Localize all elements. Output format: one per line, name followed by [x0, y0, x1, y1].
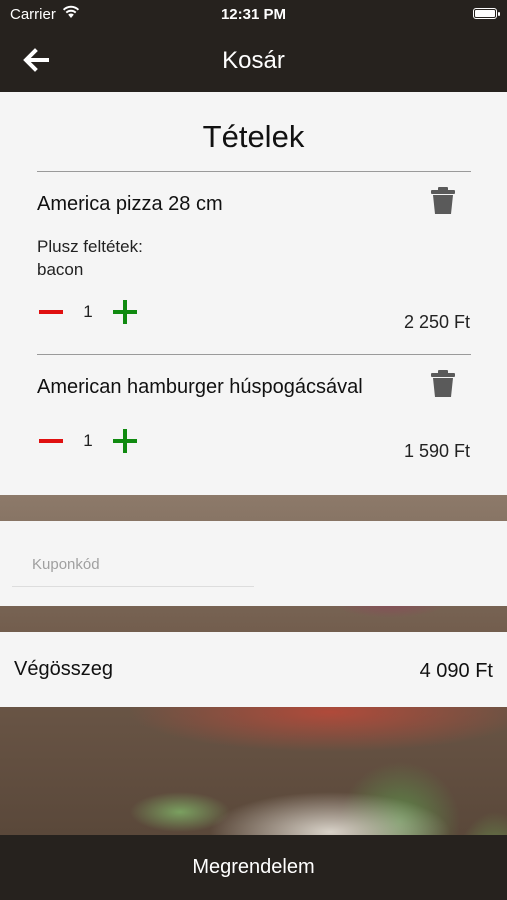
decrease-quantity-button[interactable]	[39, 432, 63, 450]
extras-value: bacon	[37, 260, 84, 279]
coupon-code-input[interactable]	[12, 543, 254, 587]
item-name: American hamburger húspogácsával	[37, 376, 363, 398]
total-card: Végösszeg 4 090 Ft	[0, 632, 507, 707]
trash-icon[interactable]	[430, 187, 456, 215]
status-bar: Carrier 12:31 PM	[0, 0, 507, 28]
decrease-quantity-button[interactable]	[39, 303, 63, 321]
item-name: America pizza 28 cm	[37, 193, 223, 215]
divider	[37, 171, 471, 172]
cart-items-card: Tételek America pizza 28 cm Plusz feltét…	[0, 92, 507, 495]
increase-quantity-button[interactable]	[113, 429, 137, 453]
quantity-value: 1	[83, 431, 93, 450]
clock: 12:31 PM	[220, 6, 287, 23]
item-price: 1 590 Ft	[403, 441, 470, 461]
quantity-value: 1	[83, 302, 93, 321]
increase-quantity-button[interactable]	[113, 300, 137, 324]
page-title: Kosár	[222, 47, 285, 74]
order-button[interactable]: Megrendelem	[0, 835, 507, 900]
item-price: 2 250 Ft	[403, 312, 470, 332]
items-heading: Tételek	[202, 119, 305, 154]
total-label: Végösszeg	[14, 658, 113, 680]
order-button-label: Megrendelem	[192, 856, 315, 878]
navigation-bar: Kosár	[0, 28, 507, 92]
trash-icon[interactable]	[430, 370, 456, 398]
battery-icon	[473, 8, 500, 19]
coupon-card	[0, 521, 507, 606]
total-value: 4 090 Ft	[419, 660, 493, 682]
divider	[37, 354, 471, 355]
extras-label: Plusz feltétek:	[37, 237, 143, 256]
